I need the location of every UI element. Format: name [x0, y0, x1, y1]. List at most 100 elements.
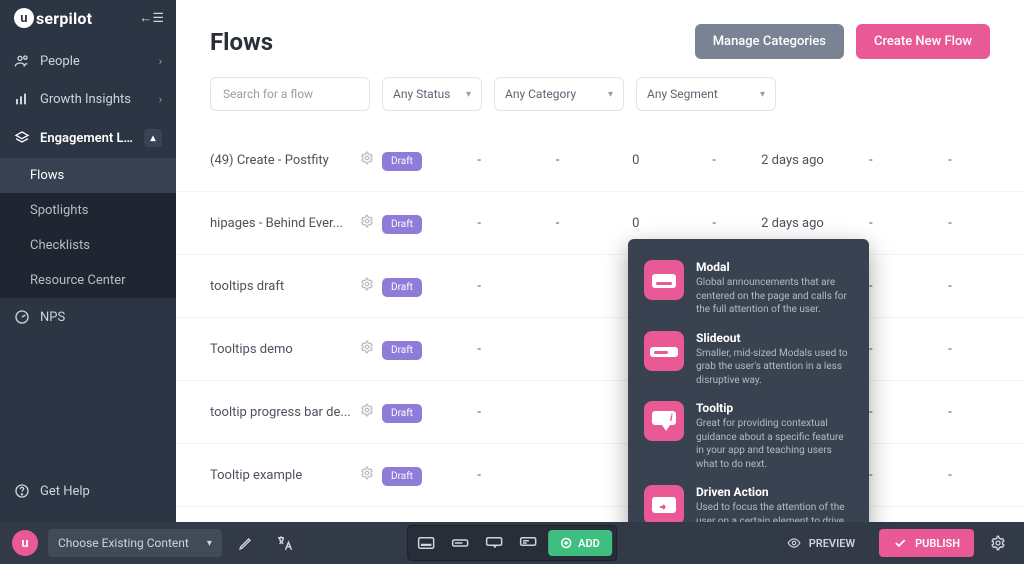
avatar[interactable]: u	[12, 530, 38, 556]
chevron-right-icon: ›	[159, 93, 162, 106]
publish-button[interactable]: PUBLISH	[879, 529, 974, 557]
menu-item-slideout[interactable]: SlideoutSmaller, mid-sized Modals used t…	[628, 324, 869, 395]
cell: -	[440, 342, 518, 357]
sidebar: u serpilot ←☰ People › Growth Insights ›	[0, 0, 176, 564]
logo-mark-icon: u	[14, 8, 34, 28]
cell: 2 days ago	[753, 216, 831, 231]
sidebar-collapse-icon[interactable]: ←☰	[139, 10, 164, 26]
help-icon	[14, 483, 30, 499]
tool-modal-icon[interactable]	[412, 531, 440, 555]
tool-slideout-icon[interactable]	[446, 531, 474, 555]
tool-tooltip-icon[interactable]	[480, 531, 508, 555]
table-row[interactable]: (49) Create - PostfityDraft--0-2 days ag…	[176, 129, 1024, 192]
brand-logo: u serpilot	[14, 8, 92, 28]
status-badge: Draft	[382, 278, 422, 297]
sidebar-item-people[interactable]: People ›	[0, 42, 176, 80]
cell: -	[832, 153, 910, 168]
layers-icon	[14, 130, 30, 146]
row-gear-icon[interactable]	[360, 466, 382, 484]
cell: -	[440, 153, 518, 168]
topbar: Flows Manage Categories Create New Flow	[176, 0, 1024, 77]
status-cell: Draft	[382, 153, 440, 168]
sidebar-item-label: Growth Insights	[40, 92, 149, 107]
settings-icon[interactable]	[984, 529, 1012, 557]
chevron-down-icon: ▾	[760, 89, 765, 100]
modal-icon	[644, 260, 684, 300]
flow-name: tooltip progress bar de...	[210, 405, 360, 420]
edit-icon[interactable]	[232, 529, 260, 557]
cell: -	[518, 216, 596, 231]
subnav-resource-center[interactable]: Resource Center	[0, 263, 176, 298]
cell	[518, 405, 596, 420]
flow-name: tooltips draft	[210, 279, 360, 294]
gauge-icon	[14, 309, 30, 325]
table-row[interactable]: tooltips draftDraft--last week--	[176, 255, 1024, 318]
cell: -	[440, 216, 518, 231]
tooltip-icon: i	[644, 401, 684, 441]
sidebar-header: u serpilot ←☰	[0, 0, 176, 42]
translate-icon[interactable]	[270, 529, 298, 557]
cell: 2 days ago	[753, 153, 831, 168]
status-badge: Draft	[382, 341, 422, 360]
cell: -	[440, 468, 518, 483]
cell: -	[910, 216, 990, 231]
flow-name: Tooltip example	[210, 468, 360, 483]
row-gear-icon[interactable]	[360, 403, 382, 421]
filter-segment[interactable]: Any Segment▾	[636, 77, 776, 111]
chevron-down-icon: ▾	[466, 89, 471, 100]
row-gear-icon[interactable]	[360, 214, 382, 232]
sidebar-item-label: People	[40, 54, 149, 69]
flows-table: (49) Create - PostfityDraft--0-2 days ag…	[176, 129, 1024, 564]
sidebar-item-label: Engagement Layer	[40, 131, 134, 146]
top-actions: Manage Categories Create New Flow	[695, 24, 990, 59]
filter-category[interactable]: Any Category▾	[494, 77, 624, 111]
create-flow-button[interactable]: Create New Flow	[856, 24, 990, 59]
flow-name: (49) Create - Postfity	[210, 153, 360, 168]
table-row[interactable]: Tooltips demoDraft--last week--	[176, 318, 1024, 381]
sidebar-item-label: Get Help	[40, 484, 162, 499]
bottom-bar: u Choose Existing Content ▾ ADD PREVIEW	[0, 522, 1024, 564]
row-gear-icon[interactable]	[360, 151, 382, 169]
manage-categories-button[interactable]: Manage Categories	[695, 24, 844, 59]
tool-driven-icon[interactable]	[514, 531, 542, 555]
cell: -	[675, 153, 753, 168]
cell: 0	[597, 216, 675, 231]
table-row[interactable]: tooltip progress bar de...Draft--last we…	[176, 381, 1024, 444]
row-gear-icon[interactable]	[360, 277, 382, 295]
add-button[interactable]: ADD	[548, 530, 612, 556]
search-input[interactable]: Search for a flow	[210, 77, 370, 111]
subnav-flows[interactable]: Flows	[0, 158, 176, 193]
menu-item-modal[interactable]: ModalGlobal announcements that are cente…	[628, 253, 869, 324]
cell: -	[518, 153, 596, 168]
choose-content-select[interactable]: Choose Existing Content ▾	[48, 529, 222, 557]
sidebar-item-engagement[interactable]: Engagement Layer ▴	[0, 118, 176, 158]
sidebar-item-nps[interactable]: NPS	[0, 298, 176, 336]
chevron-right-icon: ›	[159, 55, 162, 68]
menu-item-tooltip[interactable]: iTooltipGreat for providing contextual g…	[628, 394, 869, 478]
status-badge: Draft	[382, 215, 422, 234]
bars-icon	[14, 91, 30, 107]
people-icon	[14, 53, 30, 69]
slideout-icon	[644, 331, 684, 371]
table-row[interactable]: Tooltip exampleDraft--last week--	[176, 444, 1024, 507]
row-gear-icon[interactable]	[360, 340, 382, 358]
sidebar-item-label: NPS	[40, 310, 162, 325]
menu-item-desc: Smaller, mid-sized Modals used to grab t…	[696, 347, 853, 388]
filter-status[interactable]: Any Status▾	[382, 77, 482, 111]
cell: -	[675, 216, 753, 231]
subnav-spotlights[interactable]: Spotlights	[0, 193, 176, 228]
cell: -	[440, 279, 518, 294]
flow-name: hipages - Behind Ever...	[210, 216, 360, 231]
subnav-checklists[interactable]: Checklists	[0, 228, 176, 263]
status-badge: Draft	[382, 467, 422, 486]
cell	[518, 279, 596, 294]
status-cell: Draft	[382, 468, 440, 483]
sidebar-nav: People › Growth Insights › Engagement La…	[0, 42, 176, 466]
preview-button[interactable]: PREVIEW	[773, 529, 869, 557]
cell: -	[910, 405, 990, 420]
sidebar-item-gethelp[interactable]: Get Help	[0, 472, 176, 510]
table-row[interactable]: hipages - Behind Ever...Draft--0-2 days …	[176, 192, 1024, 255]
status-cell: Draft	[382, 216, 440, 231]
sidebar-item-growth[interactable]: Growth Insights ›	[0, 80, 176, 118]
cell	[518, 342, 596, 357]
